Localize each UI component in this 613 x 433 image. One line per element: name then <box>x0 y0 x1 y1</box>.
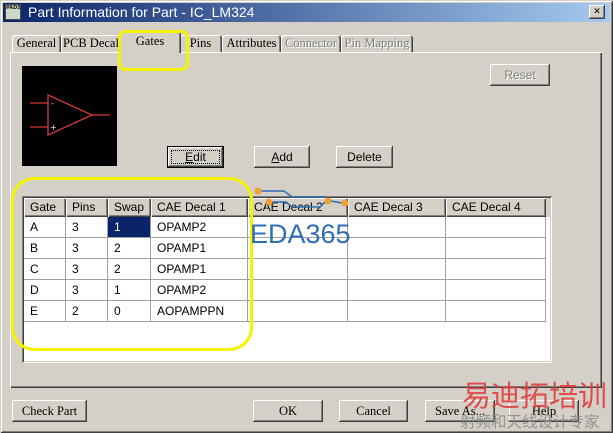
table-cell-swap[interactable]: 2 <box>108 238 151 259</box>
gates-tab-panel: - + Reset Edit Add Delete Gate Pins Swap… <box>10 52 602 388</box>
table-cell-cae-decal-4[interactable] <box>446 217 546 238</box>
column-header-pins[interactable]: Pins <box>66 198 108 217</box>
table-cell-cae-decal-4[interactable] <box>446 301 546 322</box>
add-button[interactable]: Add <box>254 146 310 168</box>
window-title: Part Information for Part - IC_LM324 <box>28 4 255 20</box>
plus-sign: + <box>50 123 57 132</box>
part-information-dialog: PADS Part Information for Part - IC_LM32… <box>0 0 613 433</box>
table-cell-pins[interactable]: 3 <box>66 259 108 280</box>
column-header-cae-decal-2[interactable]: CAE Decal 2 <box>248 198 348 217</box>
add-label: Add <box>271 150 293 164</box>
save-as-label: Save As... <box>435 404 485 418</box>
minus-sign: - <box>51 99 54 108</box>
help-label: Help <box>531 404 557 418</box>
table-row[interactable]: A 3 1 OPAMP2 <box>24 217 546 238</box>
column-header-gate[interactable]: Gate <box>24 198 66 217</box>
table-cell-swap[interactable]: 0 <box>108 301 151 322</box>
gate-symbol-preview: - + <box>22 66 117 166</box>
tab-pins[interactable]: Pins <box>179 35 222 52</box>
tab-pin-mapping: Pin Mapping <box>341 35 413 52</box>
table-row[interactable]: B 3 2 OPAMP1 <box>24 238 546 259</box>
table-cell-pins[interactable]: 2 <box>66 301 108 322</box>
table-cell-pins[interactable]: 3 <box>66 280 108 301</box>
cancel-label: Cancel <box>356 404 391 418</box>
ok-button[interactable]: OK <box>253 400 323 422</box>
table-cell-cae-decal-1[interactable]: AOPAMPPN <box>151 301 248 322</box>
table-cell-gate[interactable]: B <box>24 238 66 259</box>
table-row[interactable]: E 2 0 AOPAMPPN <box>24 301 546 322</box>
column-header-swap[interactable]: Swap <box>108 198 151 217</box>
table-row[interactable]: D 3 1 OPAMP2 <box>24 280 546 301</box>
table-cell-cae-decal-1[interactable]: OPAMP1 <box>151 259 248 280</box>
check-part-button[interactable]: Check Part <box>12 400 87 422</box>
opamp-symbol-icon: - + <box>30 93 110 137</box>
tab-pcb-decal[interactable]: PCB Decal <box>61 35 121 52</box>
table-cell-cae-decal-3[interactable] <box>348 301 446 322</box>
close-button[interactable]: ✕ <box>589 5 605 19</box>
table-cell-cae-decal-4[interactable] <box>446 238 546 259</box>
reset-button[interactable]: Reset <box>490 64 550 86</box>
table-cell-swap[interactable]: 1 <box>108 280 151 301</box>
app-icon-text: PADS <box>6 5 21 11</box>
pads-app-icon: PADS <box>5 4 21 20</box>
table-cell-swap[interactable]: 2 <box>108 259 151 280</box>
table-cell-cae-decal-3[interactable] <box>348 217 446 238</box>
delete-label: Delete <box>347 150 382 164</box>
table-cell-gate[interactable]: E <box>24 301 66 322</box>
tab-attributes[interactable]: Attributes <box>222 35 281 52</box>
table-header: Gate Pins Swap CAE Decal 1 CAE Decal 2 C… <box>24 198 550 217</box>
gates-table[interactable]: Gate Pins Swap CAE Decal 1 CAE Decal 2 C… <box>22 196 552 363</box>
table-row[interactable]: C 3 2 OPAMP1 <box>24 259 546 280</box>
table-cell-cae-decal-3[interactable] <box>348 259 446 280</box>
edit-button[interactable]: Edit <box>167 146 224 168</box>
table-cell-cae-decal-1[interactable]: OPAMP2 <box>151 217 248 238</box>
table-cell-cae-decal-2[interactable] <box>248 301 348 322</box>
table-cell-cae-decal-2[interactable] <box>248 280 348 301</box>
table-cell-cae-decal-2[interactable] <box>248 238 348 259</box>
tab-connector: Connector <box>281 35 341 52</box>
table-cell-cae-decal-3[interactable] <box>348 238 446 259</box>
column-header-cae-decal-4[interactable]: CAE Decal 4 <box>446 198 546 217</box>
help-button[interactable]: Help <box>509 400 579 422</box>
edit-label: Edit <box>185 150 206 164</box>
table-cell-swap[interactable]: 1 <box>108 217 151 238</box>
table-cell-cae-decal-2[interactable] <box>248 217 348 238</box>
save-as-button[interactable]: Save As... <box>425 400 495 422</box>
table-cell-cae-decal-1[interactable]: OPAMP2 <box>151 280 248 301</box>
cancel-button[interactable]: Cancel <box>339 400 408 422</box>
table-cell-cae-decal-1[interactable]: OPAMP1 <box>151 238 248 259</box>
table-cell-cae-decal-4[interactable] <box>446 280 546 301</box>
table-cell-pins[interactable]: 3 <box>66 217 108 238</box>
close-icon: ✕ <box>593 7 601 17</box>
table-cell-cae-decal-2[interactable] <box>248 259 348 280</box>
table-cell-cae-decal-3[interactable] <box>348 280 446 301</box>
reset-label: Reset <box>504 68 536 82</box>
table-cell-gate[interactable]: D <box>24 280 66 301</box>
tab-gates[interactable]: Gates <box>119 32 181 53</box>
column-header-cae-decal-3[interactable]: CAE Decal 3 <box>348 198 446 217</box>
table-cell-gate[interactable]: A <box>24 217 66 238</box>
column-header-cae-decal-1[interactable]: CAE Decal 1 <box>151 198 248 217</box>
table-cell-pins[interactable]: 3 <box>66 238 108 259</box>
table-cell-cae-decal-4[interactable] <box>446 259 546 280</box>
ok-label: OK <box>278 404 298 418</box>
tab-general[interactable]: General <box>12 35 61 52</box>
table-cell-gate[interactable]: C <box>24 259 66 280</box>
check-part-label: Check Part <box>21 404 78 418</box>
delete-button[interactable]: Delete <box>336 146 393 168</box>
title-bar[interactable]: PADS Part Information for Part - IC_LM32… <box>3 3 610 22</box>
